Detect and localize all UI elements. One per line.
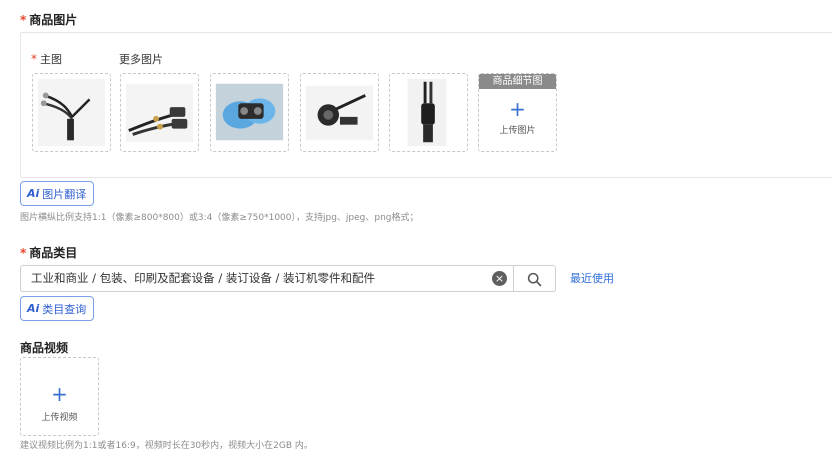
category-search-button[interactable] bbox=[513, 265, 556, 292]
image-upload-card: * 主图 更多图片 商品细节图 + 上传图片 bbox=[20, 32, 832, 178]
clear-icon[interactable]: × bbox=[492, 271, 507, 286]
required-mark: * bbox=[31, 52, 37, 66]
video-hint: 建议视频比例为1:1或者16:9，视频时长在30秒内，视频大小在2GB 内。 bbox=[20, 441, 313, 451]
upload-image-label: 上传图片 bbox=[499, 126, 536, 136]
plus-icon: + bbox=[51, 382, 68, 406]
category-title: 商品类目 bbox=[29, 246, 78, 260]
required-mark: * bbox=[20, 12, 27, 27]
image-thumbnail-4[interactable] bbox=[300, 73, 379, 152]
upload-video-label: 上传视频 bbox=[41, 413, 78, 423]
ai-icon: Ai bbox=[27, 187, 40, 200]
images-title: 商品图片 bbox=[29, 13, 78, 27]
recent-used-link[interactable]: 最近使用 bbox=[570, 270, 614, 286]
image-thumbnail-3[interactable] bbox=[210, 73, 289, 152]
detail-image-header: 商品细节图 bbox=[479, 74, 556, 89]
search-icon bbox=[527, 272, 542, 287]
image-thumbnail-main[interactable] bbox=[32, 73, 111, 152]
image-thumbnail-5[interactable] bbox=[389, 73, 468, 152]
category-query-label: 类目查询 bbox=[42, 302, 87, 316]
image-translate-label: 图片翻译 bbox=[42, 187, 87, 201]
required-mark: * bbox=[20, 245, 27, 260]
category-input[interactable]: 工业和商业 / 包装、印刷及配套设备 / 装订设备 / 装订机零件和配件 bbox=[20, 265, 513, 292]
plus-icon: + bbox=[509, 97, 526, 121]
cable-image-4 bbox=[305, 85, 374, 141]
image-thumbnail-2[interactable] bbox=[120, 73, 199, 152]
ai-icon: Ai bbox=[27, 302, 40, 315]
detail-image-upload[interactable]: 商品细节图 + 上传图片 bbox=[478, 73, 557, 152]
more-images-label: 更多图片 bbox=[119, 53, 163, 66]
cable-image-1 bbox=[37, 78, 106, 147]
category-section-title: * 商品类目 bbox=[20, 244, 77, 261]
video-section-title: 商品视频 bbox=[20, 341, 69, 355]
image-translate-button[interactable]: Ai 图片翻译 bbox=[20, 181, 95, 206]
category-query-button[interactable]: Ai 类目查询 bbox=[20, 296, 95, 321]
images-section-title: * 商品图片 bbox=[20, 11, 77, 28]
video-upload-box[interactable]: + 上传视频 bbox=[20, 357, 99, 436]
image-format-hint: 图片横纵比例支持1:1（像素≥800*800）或3:4（像素≥750*1000）… bbox=[20, 213, 419, 223]
cable-image-5 bbox=[407, 78, 447, 147]
cable-image-3 bbox=[215, 83, 284, 141]
cable-image-2 bbox=[125, 83, 194, 143]
main-image-label: * 主图 bbox=[31, 52, 62, 66]
